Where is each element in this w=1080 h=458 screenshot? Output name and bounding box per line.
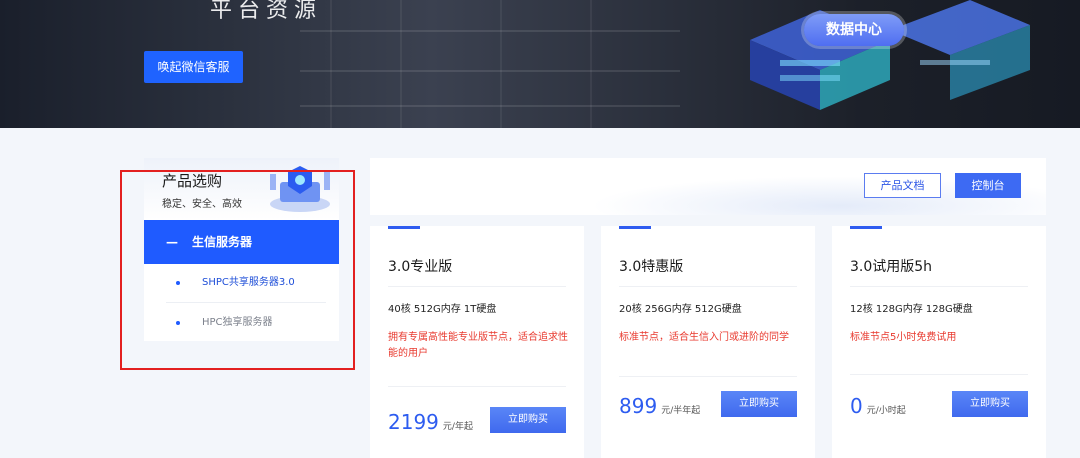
- card-accent-bar: [388, 226, 420, 229]
- price-value: 0: [850, 394, 863, 418]
- product-card-pro: 3.0专业版 40核 512G内存 1T硬盘 拥有专属高性能专业版节点，适合追求…: [370, 226, 584, 458]
- price-unit: 元/年起: [442, 422, 473, 432]
- card-spec: 40核 512G内存 1T硬盘: [388, 304, 497, 315]
- sidebar-item-label: HPC独享服务器: [202, 317, 273, 328]
- card-accent-bar: [619, 226, 651, 229]
- card-price: 899 元/半年起: [619, 394, 700, 418]
- card-title: 3.0特惠版: [619, 259, 684, 275]
- data-center-label: 数据中心: [804, 14, 904, 46]
- sidebar-subtitle: 稳定、安全、高效: [162, 199, 242, 210]
- card-divider: [388, 386, 566, 387]
- price-unit: 元/半年起: [661, 406, 701, 416]
- buy-now-button[interactable]: 立即购买: [490, 407, 566, 433]
- card-divider: [850, 286, 1028, 287]
- card-description: 拥有专属高性能专业版节点，适合追求性能的用户: [388, 332, 568, 359]
- server-rack-decor: [590, 0, 650, 128]
- product-card-trial: 3.0试用版5h 12核 128G内存 128G硬盘 标准节点5小时免费试用 0…: [832, 226, 1046, 458]
- card-accent-bar: [850, 226, 882, 229]
- product-card-discount: 3.0特惠版 20核 256G内存 512G硬盘 标准节点，适合生信入门或进阶的…: [601, 226, 815, 458]
- card-description: 标准节点5小时免费试用: [850, 332, 957, 343]
- sidebar-group-bioinfo-servers[interactable]: — 生信服务器: [144, 220, 339, 264]
- sidebar-header: 产品选购 稳定、安全、高效: [144, 158, 339, 220]
- price-value: 2199: [388, 410, 439, 434]
- server-rack-decor: [500, 0, 550, 128]
- banner-stripe: [300, 70, 680, 72]
- card-spec: 12核 128G内存 128G硬盘: [850, 304, 973, 315]
- card-title: 3.0试用版5h: [850, 259, 933, 275]
- banner-headline: 平台资源: [210, 0, 323, 23]
- console-button[interactable]: 控制台: [955, 173, 1021, 198]
- card-divider: [850, 374, 1028, 375]
- product-docs-button[interactable]: 产品文档: [864, 173, 941, 198]
- card-title: 3.0专业版: [388, 259, 453, 275]
- wechat-service-button[interactable]: 唤起微信客服: [144, 51, 243, 83]
- buy-now-button[interactable]: 立即购买: [721, 391, 797, 417]
- cloud-shield-icon: [270, 166, 330, 212]
- collapse-dash-icon: —: [166, 235, 178, 249]
- sidebar-divider: [166, 302, 326, 303]
- card-divider: [388, 286, 566, 287]
- product-sidebar: 产品选购 稳定、安全、高效 — 生信服务器 SHPC共享服务器3.0 HPC独享服…: [144, 158, 339, 341]
- bullet-icon: [176, 281, 180, 285]
- buy-now-button[interactable]: 立即购买: [952, 391, 1028, 417]
- bullet-icon: [176, 321, 180, 325]
- sidebar-item-hpc-dedicated[interactable]: HPC独享服务器: [144, 304, 339, 342]
- card-divider: [619, 376, 797, 377]
- sidebar-item-label: SHPC共享服务器3.0: [202, 277, 295, 288]
- card-divider: [619, 286, 797, 287]
- sidebar-item-shpc-shared[interactable]: SHPC共享服务器3.0: [144, 264, 339, 302]
- price-value: 899: [619, 394, 658, 418]
- banner-stripe: [300, 30, 680, 32]
- card-description: 标准节点，适合生信入门或进阶的同学: [619, 332, 789, 343]
- card-spec: 20核 256G内存 512G硬盘: [619, 304, 742, 315]
- hero-banner: 平台资源 唤起微信客服 数据中心: [0, 0, 1080, 128]
- sidebar-group-label: 生信服务器: [192, 235, 253, 249]
- banner-stripe: [300, 105, 680, 107]
- price-unit: 元/小时起: [866, 406, 906, 416]
- server-rack-decor: [330, 0, 370, 128]
- product-toolbar-panel: [370, 158, 1046, 215]
- card-price: 0 元/小时起: [850, 394, 906, 418]
- server-rack-decor: [400, 0, 460, 128]
- sidebar-title: 产品选购: [162, 172, 223, 190]
- card-price: 2199 元/年起: [388, 410, 473, 434]
